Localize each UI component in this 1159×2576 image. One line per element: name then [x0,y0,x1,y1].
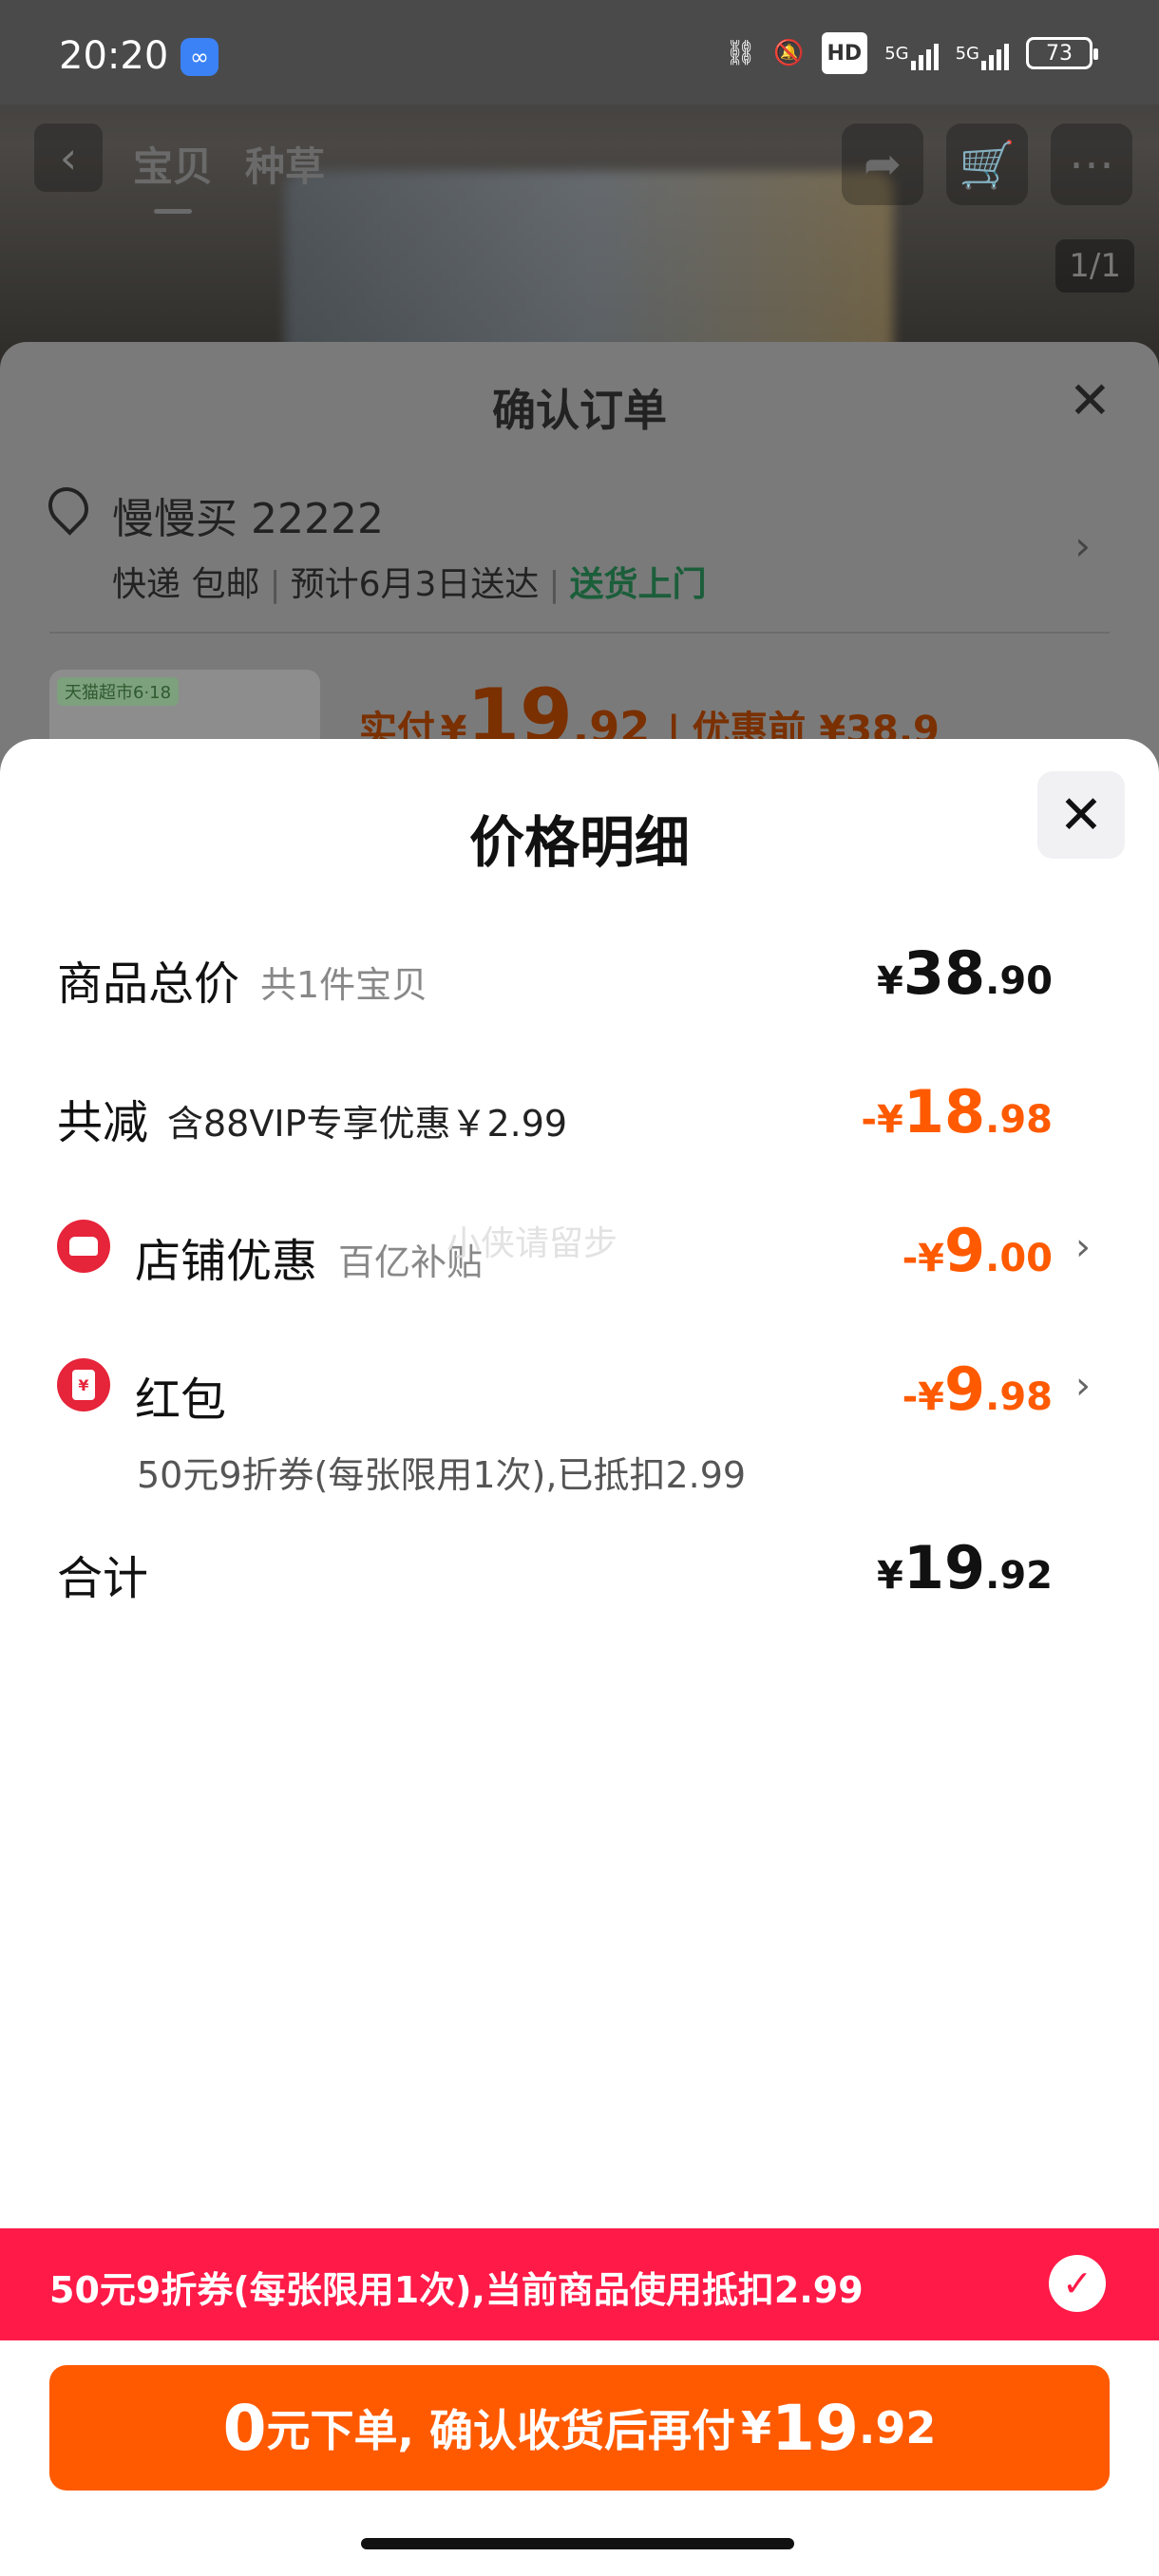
back-button[interactable]: ‹ [34,123,103,192]
hd-badge: HD [821,32,868,74]
cart-button[interactable]: 🛒 [946,123,1028,205]
share-button[interactable]: ➦ [842,123,923,205]
row-sum: 合计 ¥19.92 [57,1533,1102,1609]
price-detail-title: 价格明细 [468,810,690,875]
home-indicator[interactable] [361,2538,794,2549]
amount-int: 19 [902,1533,986,1602]
order-zero: 0 [222,2391,267,2465]
amount-dec: .98 [985,1098,1053,1142]
delivery-eta: 预计6月3日送达 [290,565,540,604]
thumb-tag: 天猫超市6·18 [57,677,180,706]
amount-int: 9 [944,1354,986,1424]
network-label-2: 5G [955,43,979,64]
amount-dec: .98 [985,1375,1053,1419]
watermark: 小侠请留步 [446,1224,618,1263]
share-icon: ➦ [863,138,902,191]
red-packet-amount: -¥9.98 [902,1354,1053,1424]
row-red-packet[interactable]: ¥ 红包 -¥9.98 › [57,1354,1102,1430]
price-detail-close-button[interactable]: ✕ [1037,771,1125,859]
divider [49,632,1110,634]
amount-dec: .90 [985,959,1053,1003]
screen: 20:20 ∞ ⛓ 🔕 HD 5G 5G 73 ‹ 宝贝 种草 ➦ 🛒 ⋯ 1/… [0,0,1159,2576]
shipping-info: 快递 包邮 | 预计6月3日送达 | 送货上门 [112,565,707,604]
amount-currency: -¥ [861,1098,903,1142]
amount-int: 18 [902,1077,986,1146]
app-notification-icon: ∞ [180,38,218,76]
address-name[interactable]: 慢慢买 22222 [112,484,384,545]
shipping-method: 快递 包邮 [112,565,260,604]
delivery-type: 送货上门 [569,565,707,604]
shop-discount-label: 店铺优惠 [135,1235,318,1288]
nav-bar: ‹ 宝贝 种草 ➦ 🛒 ⋯ [0,114,1159,218]
confirm-order-title: 确认订单 [492,385,667,436]
goods-total-amount: ¥38.90 [877,938,1053,1008]
location-pin-icon [40,479,97,536]
total-discount-label: 共减 [57,1096,149,1149]
order-currency: ¥ [741,2402,772,2453]
sum-label: 合计 [57,1552,149,1605]
signal-icon: 5G [884,32,939,74]
red-packet-description: 50元9折券(每张限用1次),已抵扣2.99 [137,1454,747,1496]
order-dec: .92 [858,2402,937,2453]
address-chevron-icon[interactable]: › [1074,522,1091,569]
chevron-left-icon: ‹ [59,132,78,183]
more-button[interactable]: ⋯ [1051,123,1132,205]
order-int: 19 [771,2391,859,2465]
coupon-banner[interactable]: 50元9折券(每张限用1次),当前商品使用抵扣2.99 ✓ [0,2228,1159,2340]
close-icon: ✕ [1068,370,1112,430]
total-discount-amount: -¥18.98 [861,1077,1053,1146]
amount-dec: .00 [985,1237,1053,1280]
red-packet-glyph: ¥ [72,1370,95,1400]
battery-icon: 73 [1026,37,1098,69]
goods-total-label: 商品总价 [57,957,240,1011]
red-packet-icon: ¥ [57,1358,110,1411]
amount-currency: ¥ [877,1554,903,1598]
mute-bell-icon: 🔕 [773,39,805,67]
check-circle-icon[interactable]: ✓ [1049,2255,1106,2312]
order-text: 元下单, 确认收货后再付 [266,2405,736,2456]
row-goods-total: 商品总价 共1件宝贝 ¥38.90 [57,938,1102,1014]
cart-icon: 🛒 [959,138,1016,192]
confirm-close-button[interactable]: ✕ [1069,370,1112,430]
image-counter: 1/1 [1055,239,1134,293]
shop-icon [57,1220,110,1273]
more-icon: ⋯ [1069,138,1114,191]
amount-currency: -¥ [902,1375,944,1419]
place-order-button[interactable]: 0 元下单, 确认收货后再付 ¥19.92 [49,2365,1110,2491]
row-total-discount: 共减 含88VIP专享优惠￥2.99 -¥18.98 [57,1077,1102,1153]
amount-int: 38 [902,938,986,1008]
goods-count: 共1件宝贝 [260,964,428,1006]
tab-zhongcao[interactable]: 种草 [245,135,325,193]
amount-int: 9 [944,1216,986,1285]
close-icon: ✕ [1058,784,1104,846]
link-icon: ⛓ [725,39,757,67]
bottom-area: 0 元下单, 确认收货后再付 ¥19.92 [0,2340,1159,2576]
amount-dec: .92 [985,1554,1053,1598]
tab-baobei[interactable]: 宝贝 [133,135,213,193]
amount-currency: -¥ [902,1237,944,1280]
vip-discount-note: 含88VIP专享优惠￥2.99 [167,1103,568,1145]
status-icons: ⛓ 🔕 HD 5G 5G 73 [725,32,1098,74]
status-time: 20:20 [59,34,169,78]
network-label: 5G [884,43,909,64]
coupon-text: 50元9折券(每张限用1次),当前商品使用抵扣2.99 [49,2269,864,2311]
red-packet-label: 红包 [135,1373,227,1427]
signal-icon-2: 5G [956,32,1009,74]
chevron-right-icon: › [1075,1364,1091,1408]
status-bar: 20:20 ∞ ⛓ 🔕 HD 5G 5G 73 [0,0,1159,104]
shop-discount-amount: -¥9.00 [902,1216,1053,1285]
chevron-right-icon: › [1075,1225,1091,1269]
amount-currency: ¥ [877,959,903,1003]
sum-amount: ¥19.92 [877,1533,1053,1602]
